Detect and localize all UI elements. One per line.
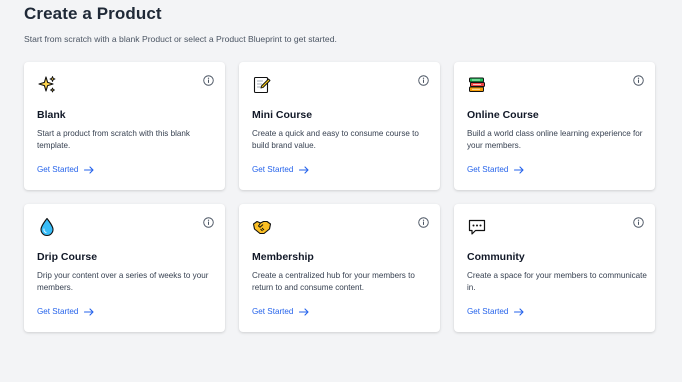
get-started-label: Get Started bbox=[467, 165, 509, 174]
card-description: Create a quick and easy to consume cours… bbox=[252, 129, 419, 150]
info-icon[interactable] bbox=[203, 217, 214, 228]
arrow-right-icon bbox=[514, 307, 524, 316]
arrow-right-icon bbox=[84, 307, 94, 316]
get-started-link[interactable]: Get Started bbox=[37, 307, 94, 316]
get-started-link[interactable]: Get Started bbox=[252, 307, 309, 316]
card-description: Start a product from scratch with this b… bbox=[37, 129, 190, 150]
get-started-label: Get Started bbox=[252, 307, 294, 316]
card-title: Online Course bbox=[467, 109, 539, 121]
info-icon[interactable] bbox=[633, 217, 644, 228]
card-description: Build a world class online learning expe… bbox=[467, 129, 643, 150]
arrow-right-icon bbox=[299, 307, 309, 316]
get-started-label: Get Started bbox=[37, 307, 79, 316]
get-started-label: Get Started bbox=[37, 165, 79, 174]
card-title: Blank bbox=[37, 109, 66, 121]
page-title: Create a Product bbox=[24, 4, 162, 23]
info-icon[interactable] bbox=[418, 217, 429, 228]
speech-bubble-icon bbox=[467, 217, 487, 237]
card-description: Create a centralized hub for your member… bbox=[252, 271, 415, 292]
get-started-link[interactable]: Get Started bbox=[37, 165, 94, 174]
page-subtitle: Start from scratch with a blank Product … bbox=[24, 34, 337, 44]
card-title: Mini Course bbox=[252, 109, 313, 121]
card-description: Create a space for your members to commu… bbox=[467, 271, 647, 292]
sparkles-icon bbox=[37, 75, 57, 95]
handshake-icon bbox=[252, 217, 272, 237]
get-started-link[interactable]: Get Started bbox=[467, 165, 524, 174]
blueprint-card-drip-course[interactable]: Drip Course Drip your content over a ser… bbox=[24, 204, 225, 332]
get-started-link[interactable]: Get Started bbox=[252, 165, 309, 174]
create-product-page: Create a Product Start from scratch with… bbox=[0, 0, 682, 382]
blueprint-card-blank[interactable]: Blank Start a product from scratch with … bbox=[24, 62, 225, 190]
books-icon bbox=[467, 75, 487, 95]
card-title: Drip Course bbox=[37, 251, 98, 263]
card-description: Drip your content over a series of weeks… bbox=[37, 271, 209, 292]
droplet-icon bbox=[37, 217, 57, 237]
blueprint-grid: Blank Start a product from scratch with … bbox=[24, 62, 655, 332]
blueprint-card-mini-course[interactable]: Mini Course Create a quick and easy to c… bbox=[239, 62, 440, 190]
card-title: Community bbox=[467, 251, 525, 263]
card-title: Membership bbox=[252, 251, 314, 263]
blueprint-card-online-course[interactable]: Online Course Build a world class online… bbox=[454, 62, 655, 190]
arrow-right-icon bbox=[299, 165, 309, 174]
info-icon[interactable] bbox=[418, 75, 429, 86]
get-started-label: Get Started bbox=[252, 165, 294, 174]
arrow-right-icon bbox=[514, 165, 524, 174]
info-icon[interactable] bbox=[203, 75, 214, 86]
blueprint-card-community[interactable]: Community Create a space for your member… bbox=[454, 204, 655, 332]
blueprint-card-membership[interactable]: Membership Create a centralized hub for … bbox=[239, 204, 440, 332]
get-started-link[interactable]: Get Started bbox=[467, 307, 524, 316]
arrow-right-icon bbox=[84, 165, 94, 174]
memo-icon bbox=[252, 75, 272, 95]
get-started-label: Get Started bbox=[467, 307, 509, 316]
info-icon[interactable] bbox=[633, 75, 644, 86]
